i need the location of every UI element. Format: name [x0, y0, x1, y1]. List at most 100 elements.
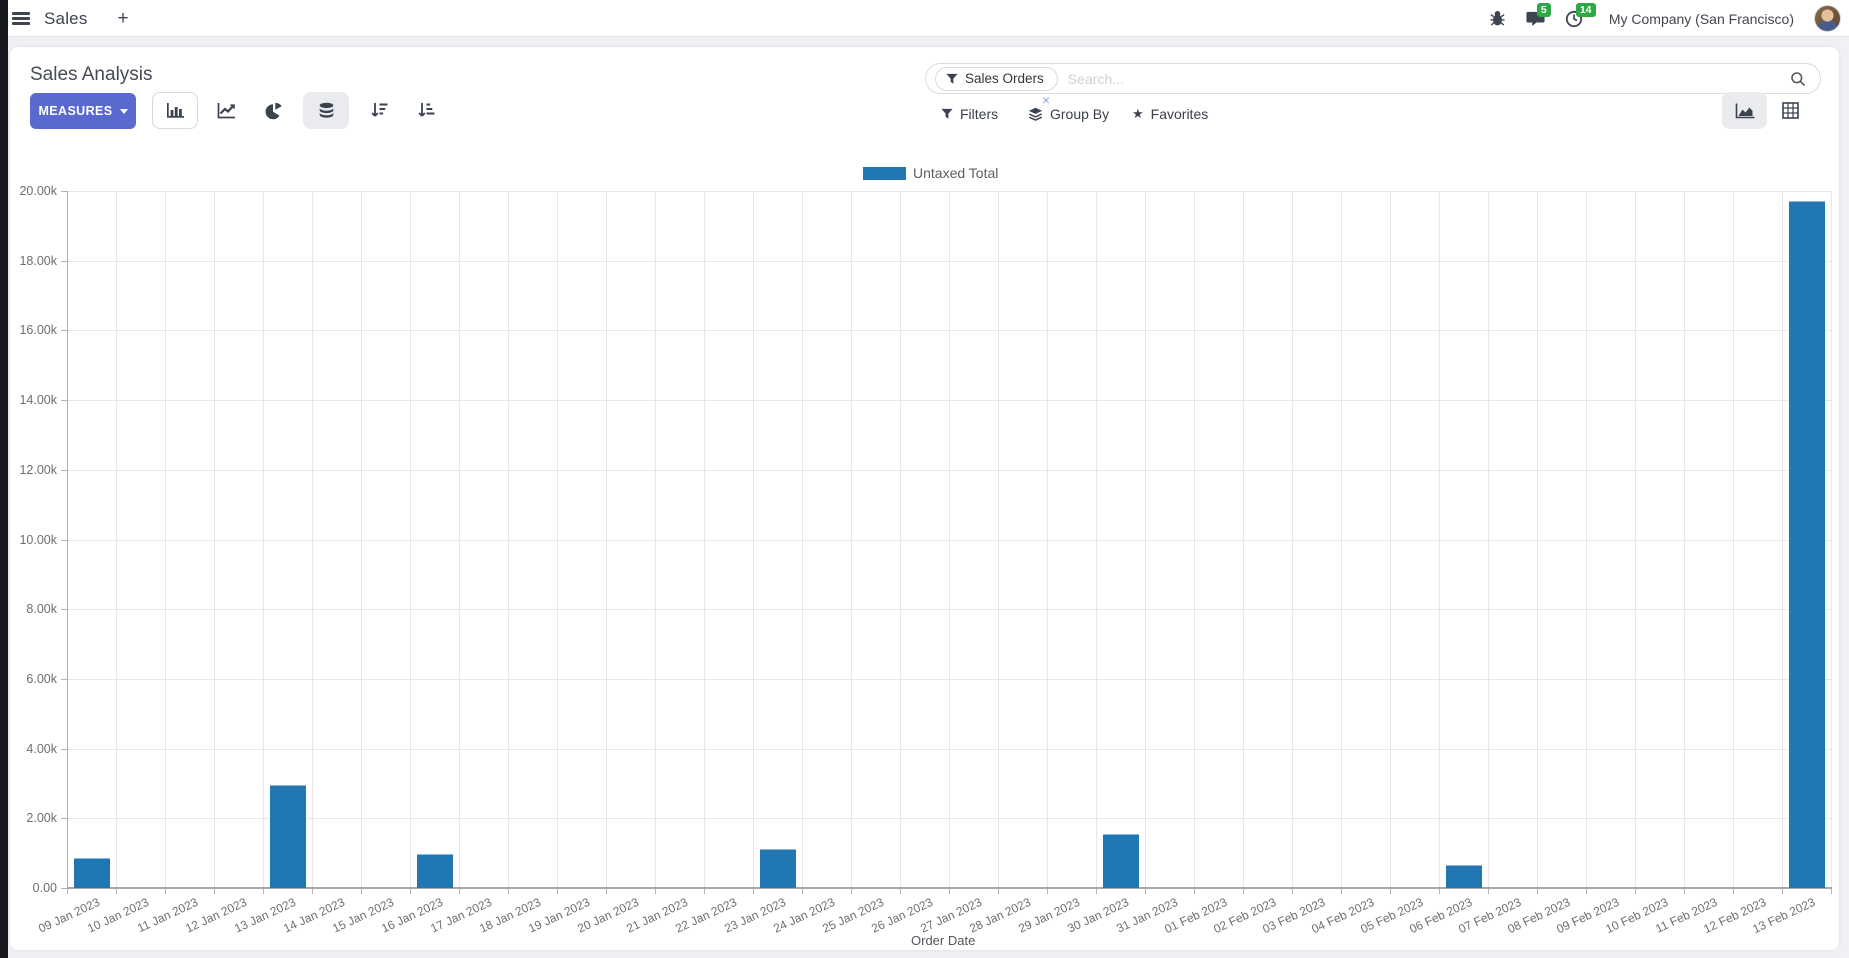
y-tick-label: 6.00k [26, 671, 57, 686]
filter-funnel-icon [941, 108, 953, 119]
v-gridline [1194, 191, 1195, 888]
search-facet-sales-orders[interactable]: Sales Orders [935, 66, 1058, 91]
v-gridline [1096, 191, 1097, 888]
y-tick-label: 8.00k [26, 602, 57, 617]
y-tick-label: 4.00k [26, 741, 57, 756]
v-gridline [459, 191, 460, 888]
bar[interactable] [1445, 864, 1482, 888]
search-bar[interactable]: Sales Orders [925, 63, 1821, 94]
group-by-menu[interactable]: Group By [1028, 100, 1109, 127]
search-input[interactable] [1067, 70, 1790, 87]
v-gridline [1733, 191, 1734, 888]
stacked-toggle-button[interactable] [303, 92, 349, 129]
v-gridline [1537, 191, 1538, 888]
bar[interactable] [269, 785, 306, 888]
v-gridline [606, 191, 607, 888]
v-gridline [1684, 191, 1685, 888]
v-gridline [361, 191, 362, 888]
pivot-table-icon [1781, 102, 1799, 119]
v-gridline [704, 191, 705, 888]
v-gridline [655, 191, 656, 888]
legend-label: Untaxed Total [913, 165, 999, 181]
v-gridline [508, 191, 509, 888]
v-gridline [900, 191, 901, 888]
bar-chart-icon [166, 103, 184, 118]
y-tick-label: 2.00k [26, 811, 57, 826]
pie-chart-icon [265, 102, 282, 119]
left-edge-strip [0, 0, 8, 958]
sort-amount-asc-icon [418, 103, 435, 117]
measures-button[interactable]: MEASURES [30, 93, 136, 129]
v-gridline [1488, 191, 1489, 888]
v-gridline [1782, 191, 1783, 888]
v-gridline [557, 191, 558, 888]
y-tick-label: 16.00k [19, 323, 57, 338]
v-gridline [1341, 191, 1342, 888]
group-by-label: Group By [1050, 105, 1110, 122]
pivot-view-button[interactable] [1770, 92, 1810, 129]
activities-clock-icon[interactable]: 14 [1565, 2, 1596, 28]
v-gridline [949, 191, 950, 888]
y-tick-label: 12.00k [19, 462, 57, 477]
v-gridline [753, 191, 754, 888]
bar-chart-button[interactable] [152, 92, 198, 129]
line-chart-button[interactable] [203, 92, 249, 129]
y-tick-label: 18.00k [19, 253, 57, 268]
v-gridline [802, 191, 803, 888]
legend-swatch [863, 166, 906, 180]
v-gridline [312, 191, 313, 888]
user-avatar[interactable] [1814, 5, 1841, 32]
v-gridline [214, 191, 215, 888]
v-gridline [998, 191, 999, 888]
y-tick-label: 10.00k [19, 532, 57, 547]
v-gridline [1831, 191, 1832, 888]
area-chart-icon [1735, 103, 1754, 118]
facet-label: Sales Orders [965, 71, 1044, 86]
hamburger-menu-icon[interactable] [12, 12, 30, 25]
sort-descending-button[interactable] [356, 92, 402, 129]
messages-count-badge: 5 [1536, 3, 1551, 17]
bar[interactable] [1788, 201, 1825, 888]
v-gridline [1292, 191, 1293, 888]
company-switcher[interactable]: My Company (San Francisco) [1609, 11, 1794, 27]
page: Sales + 5 14 My Company (San Francisco) … [0, 0, 1849, 958]
bar[interactable] [1102, 833, 1139, 888]
debug-bug-icon[interactable] [1489, 10, 1506, 27]
graph-view-button[interactable] [1722, 92, 1767, 129]
sort-amount-desc-icon [371, 103, 388, 117]
v-gridline [1635, 191, 1636, 888]
facet-remove-icon[interactable]: × [1042, 92, 1050, 108]
pie-chart-button[interactable] [251, 92, 297, 129]
sort-ascending-button[interactable] [403, 92, 449, 129]
v-gridline [851, 191, 852, 888]
chart-legend[interactable]: Untaxed Total [863, 165, 998, 181]
y-tick-label: 14.00k [19, 393, 57, 408]
app-menu-label[interactable]: Sales [44, 9, 88, 29]
favorites-label: Favorites [1150, 105, 1209, 122]
v-gridline [1586, 191, 1587, 888]
messages-icon[interactable]: 5 [1526, 3, 1551, 27]
plus-icon[interactable]: + [118, 8, 129, 30]
filters-menu[interactable]: Filters [941, 100, 998, 127]
bar[interactable] [759, 848, 796, 888]
layers-icon [1028, 107, 1043, 121]
filters-label: Filters [960, 105, 999, 122]
caret-down-icon [119, 108, 128, 114]
v-gridline [1390, 191, 1391, 888]
favorites-menu[interactable]: ★ Favorites [1132, 100, 1208, 127]
v-gridline [1047, 191, 1048, 888]
activities-count-badge: 14 [1575, 2, 1596, 17]
filter-funnel-icon [946, 73, 958, 84]
bar[interactable] [416, 853, 453, 888]
graph-chart: 0.00 2.00k 4.00k 6.00k 8.00k 10.00k 12.00k 14.0… [0, 0, 1849, 958]
v-gridline [1243, 191, 1244, 888]
bar[interactable] [73, 858, 110, 888]
star-icon: ★ [1132, 106, 1144, 121]
page-title: Sales Analysis [30, 64, 153, 85]
y-tick-label: 20.00k [19, 184, 57, 198]
v-gridline [1439, 191, 1440, 888]
search-icon[interactable] [1790, 71, 1806, 87]
v-gridline [263, 191, 264, 888]
v-gridline [1145, 191, 1146, 888]
v-gridline [410, 191, 411, 888]
